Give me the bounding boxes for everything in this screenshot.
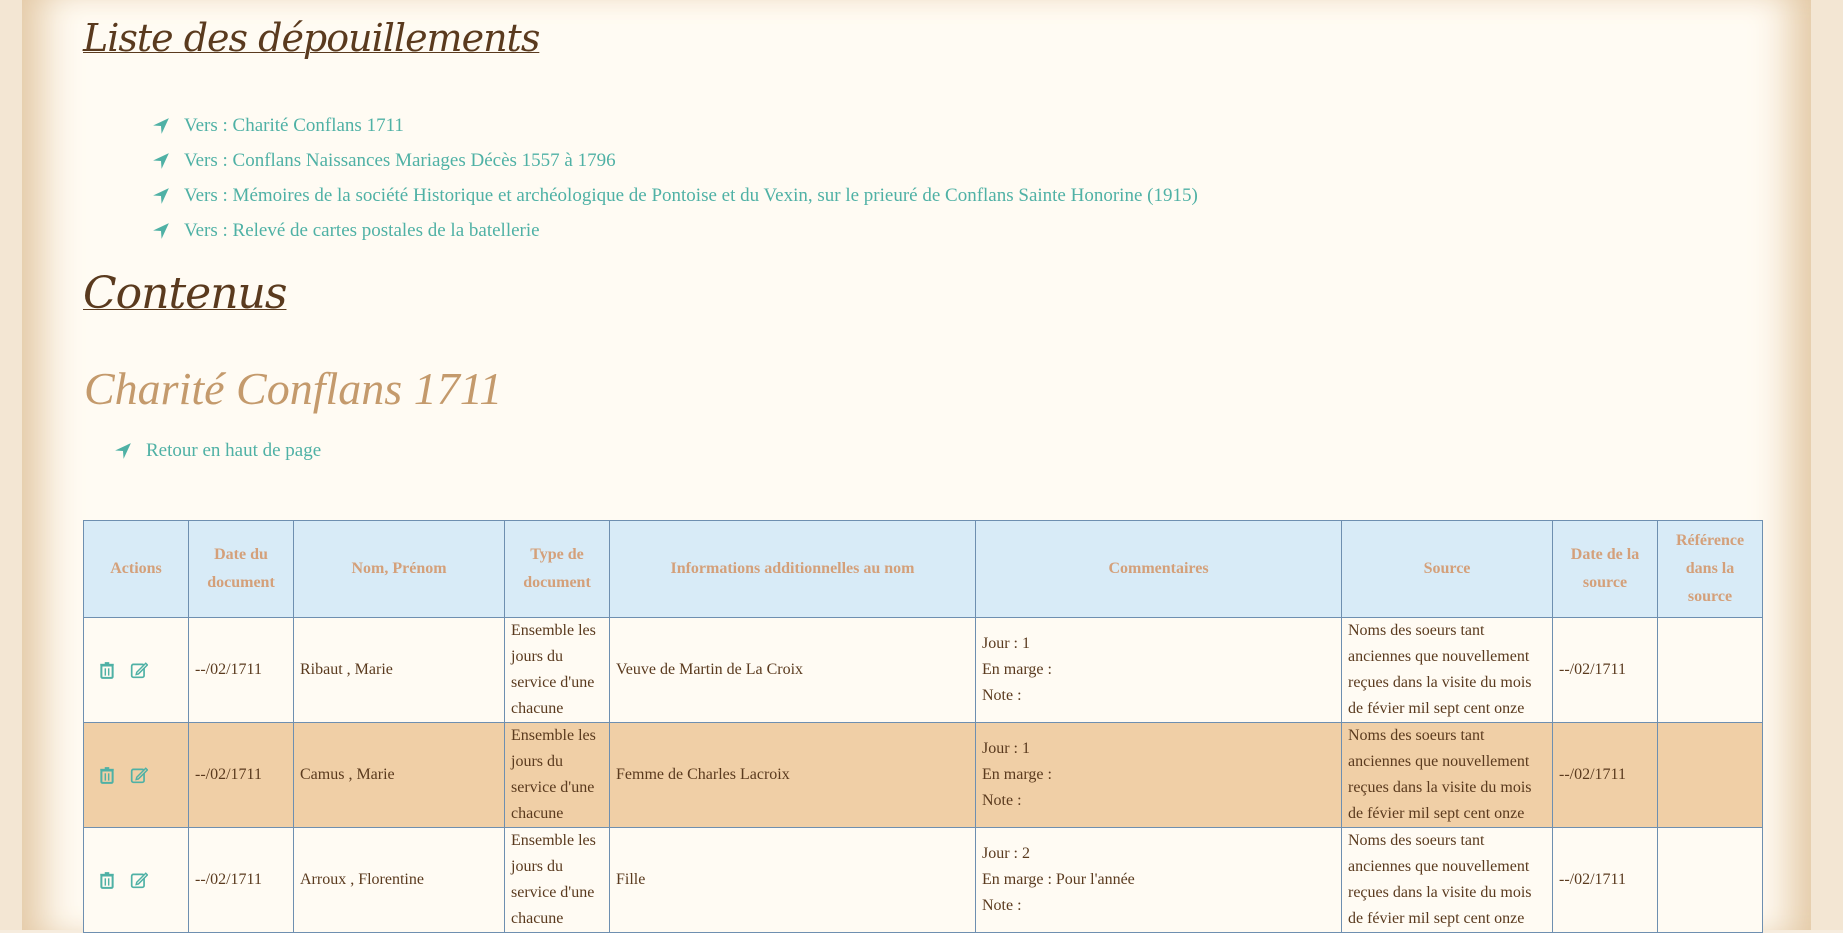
location-arrow-icon (114, 442, 132, 460)
location-arrow-icon (152, 222, 170, 240)
trash-icon[interactable] (98, 661, 116, 680)
type-cell: Ensemble les jours du service d'une chac… (504, 617, 610, 723)
location-arrow-icon (152, 187, 170, 205)
comment-cell: Jour : 2 En marge : Pour l'année Note : (975, 827, 1342, 933)
col-header-type-document: Type de document (504, 520, 610, 618)
info-cell: Femme de Charles Lacroix (609, 722, 976, 828)
trash-icon[interactable] (98, 766, 116, 785)
source-date-cell: --/02/1711 (1552, 827, 1658, 933)
depouillements-list: Vers : Charité Conflans 1711 Vers : Conf… (152, 108, 1198, 248)
list-item: Vers : Charité Conflans 1711 (152, 108, 1198, 143)
back-to-top-link[interactable]: Retour en haut de page (146, 440, 321, 462)
link-conflans-naissances[interactable]: Vers : Conflans Naissances Mariages Décè… (184, 150, 616, 172)
comment-jour: Jour : 1 (982, 740, 1030, 757)
col-header-actions: Actions (83, 520, 189, 618)
reference-cell (1657, 617, 1763, 723)
name-cell: Arroux , Florentine (293, 827, 505, 933)
section-title: Charité Conflans 1711 (84, 363, 503, 414)
type-cell: Ensemble les jours du service d'une chac… (504, 722, 610, 828)
comment-cell: Jour : 1 En marge : Note : (975, 617, 1342, 723)
name-cell: Camus , Marie (293, 722, 505, 828)
table-row: --/02/1711 Arroux , Florentine Ensemble … (83, 827, 1763, 933)
comment-note: Note : (982, 897, 1022, 914)
comment-marge: En marge : (982, 766, 1052, 783)
name-cell: Ribaut , Marie (293, 617, 505, 723)
trash-icon[interactable] (98, 871, 116, 890)
date-cell: --/02/1711 (188, 827, 294, 933)
edit-icon[interactable] (130, 871, 148, 889)
contenus-heading: Contenus (83, 268, 287, 319)
comment-jour: Jour : 2 (982, 845, 1030, 862)
info-cell: Fille (609, 827, 976, 933)
source-date-cell: --/02/1711 (1552, 722, 1658, 828)
type-cell: Ensemble les jours du service d'une chac… (504, 827, 610, 933)
reference-cell (1657, 722, 1763, 828)
table-header-row: Actions Date du document Nom, Prénom Typ… (83, 520, 1763, 618)
col-header-source: Source (1341, 520, 1553, 618)
link-memoires-societe[interactable]: Vers : Mémoires de la société Historique… (184, 185, 1198, 207)
reference-cell (1657, 827, 1763, 933)
list-item: Vers : Conflans Naissances Mariages Décè… (152, 143, 1198, 178)
col-header-nom-prenom: Nom, Prénom (293, 520, 505, 618)
actions-cell (83, 617, 189, 723)
source-cell: Noms des soeurs tant anciennes que nouve… (1341, 617, 1553, 723)
comment-marge: En marge : Pour l'année (982, 871, 1135, 888)
comment-cell: Jour : 1 En marge : Note : (975, 722, 1342, 828)
col-header-informations: Informations additionnelles au nom (609, 520, 976, 618)
actions-cell (83, 827, 189, 933)
list-item: Vers : Mémoires de la société Historique… (152, 178, 1198, 213)
edit-icon[interactable] (130, 766, 148, 784)
back-to-top: Retour en haut de page (114, 440, 321, 462)
comment-jour: Jour : 1 (982, 635, 1030, 652)
list-item: Vers : Relevé de cartes postales de la b… (152, 213, 1198, 248)
col-header-date-source: Date de la source (1552, 520, 1658, 618)
source-cell: Noms des soeurs tant anciennes que nouve… (1341, 722, 1553, 828)
comment-note: Note : (982, 792, 1022, 809)
col-header-reference: Référence dans la source (1657, 520, 1763, 618)
col-header-commentaires: Commentaires (975, 520, 1342, 618)
date-cell: --/02/1711 (188, 617, 294, 723)
comment-marge: En marge : (982, 661, 1052, 678)
records-table: Actions Date du document Nom, Prénom Typ… (83, 520, 1763, 933)
edit-icon[interactable] (130, 661, 148, 679)
table-row: --/02/1711 Ribaut , Marie Ensemble les j… (83, 617, 1763, 723)
info-cell: Veuve de Martin de La Croix (609, 617, 976, 723)
date-cell: --/02/1711 (188, 722, 294, 828)
link-charite-conflans[interactable]: Vers : Charité Conflans 1711 (184, 115, 404, 137)
source-cell: Noms des soeurs tant anciennes que nouve… (1341, 827, 1553, 933)
comment-note: Note : (982, 687, 1022, 704)
source-date-cell: --/02/1711 (1552, 617, 1658, 723)
col-header-date-document: Date du document (188, 520, 294, 618)
table-row: --/02/1711 Camus , Marie Ensemble les jo… (83, 722, 1763, 828)
page-background-right (1811, 0, 1843, 930)
liste-heading: Liste des dépouillements (83, 16, 540, 60)
link-cartes-postales[interactable]: Vers : Relevé de cartes postales de la b… (184, 220, 540, 242)
location-arrow-icon (152, 152, 170, 170)
location-arrow-icon (152, 117, 170, 135)
actions-cell (83, 722, 189, 828)
page-background-left (0, 0, 22, 930)
